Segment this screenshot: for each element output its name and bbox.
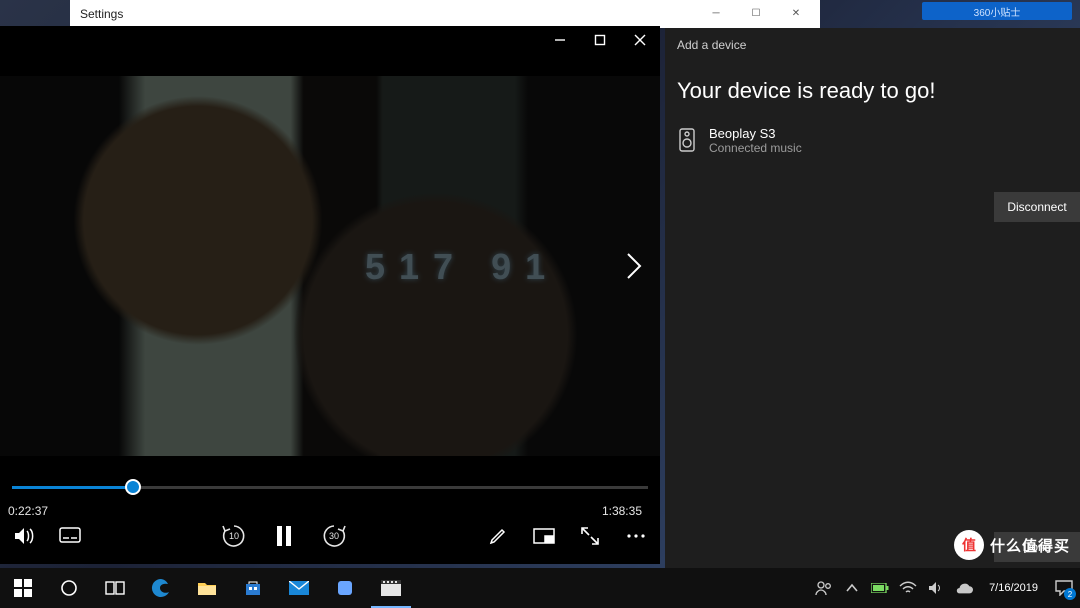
settings-window-titlebar: Settings ─ ☐ ✕ [70,0,820,28]
cortana-button[interactable] [46,568,92,608]
watermark-badge: 值 [954,530,984,560]
panel-bar-title: Add a device [665,28,1080,62]
store-button[interactable] [230,568,276,608]
extra-app-button[interactable] [322,568,368,608]
speaker-icon [677,126,697,154]
play-pause-button[interactable] [270,522,298,550]
player-minimize-button[interactable] [540,26,580,54]
movies-app-button[interactable] [368,568,414,608]
people-icon[interactable] [815,579,833,597]
tray-chevron-icon[interactable] [843,579,861,597]
volume-button[interactable] [10,522,38,550]
next-chapter-button[interactable] [620,246,648,286]
more-button[interactable] [622,522,650,550]
subtitles-button[interactable] [56,522,84,550]
video-signage-text: 517 91 [365,246,559,288]
wifi-icon[interactable] [899,579,917,597]
device-row[interactable]: Beoplay S3 Connected music [665,122,1080,159]
disconnect-button[interactable]: Disconnect [994,192,1080,222]
draw-button[interactable] [484,522,512,550]
watermark-text: 什么值得买 [990,535,1070,556]
taskbar: 7/16/2019 2 [0,568,1080,608]
onedrive-icon[interactable] [955,579,973,597]
sound-tray-icon[interactable] [927,579,945,597]
skip-forward-button[interactable]: 30 [320,522,348,550]
seek-knob[interactable] [125,479,141,495]
edge-browser-button[interactable] [138,568,184,608]
taskbar-clock[interactable]: 7/16/2019 [983,582,1044,594]
settings-title: Settings [80,7,123,21]
skip-back-button[interactable]: 10 [220,522,248,550]
player-maximize-button[interactable] [580,26,620,54]
settings-minimize[interactable]: ─ [696,0,736,26]
fullscreen-button[interactable] [576,522,604,550]
task-view-button[interactable] [92,568,138,608]
video-viewport[interactable]: 517 91 [0,76,660,456]
background-app-chip[interactable]: 360小贴士 [922,2,1072,20]
player-titlebar [0,26,660,54]
player-close-button[interactable] [620,26,660,54]
seek-bar[interactable] [0,472,660,502]
video-player-window: 517 91 0:22:37 1:38:35 [0,26,660,564]
watermark: 值 什么值得买 [954,530,1070,560]
seek-fill [12,486,133,489]
start-button[interactable] [0,568,46,608]
settings-close[interactable]: ✕ [776,0,816,26]
device-sub: Connected music [709,141,802,155]
add-device-panel: Add a device Your device is ready to go!… [665,28,1080,568]
notification-badge: 2 [1064,588,1076,600]
settings-maximize[interactable]: ☐ [736,0,776,26]
file-explorer-button[interactable] [184,568,230,608]
mail-button[interactable] [276,568,322,608]
battery-icon[interactable] [871,579,889,597]
panel-heading: Your device is ready to go! [665,62,1080,122]
action-center-button[interactable]: 2 [1054,578,1074,598]
mini-view-button[interactable] [530,522,558,550]
device-name: Beoplay S3 [709,126,802,141]
